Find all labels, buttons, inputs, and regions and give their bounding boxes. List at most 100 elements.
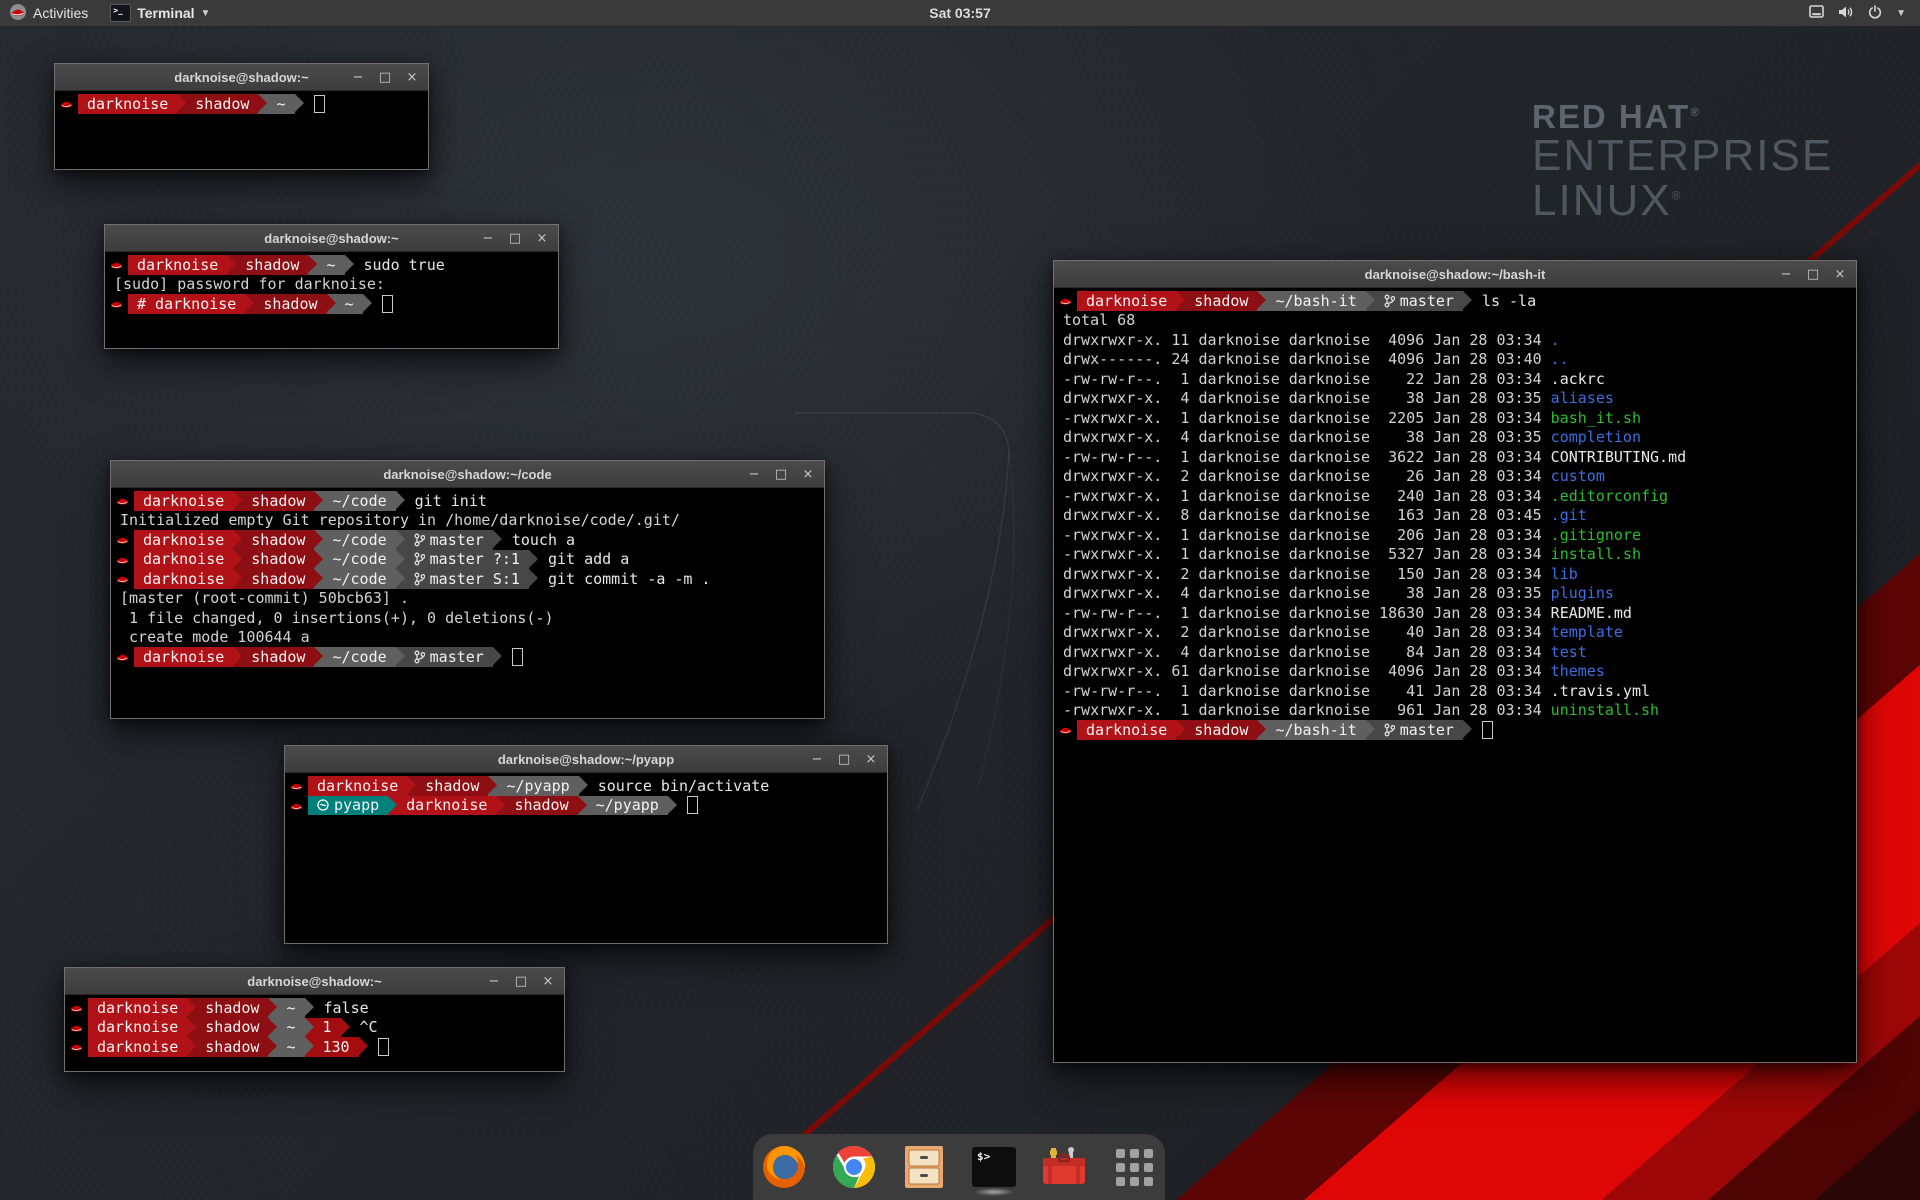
ls-columns: drwxrwxr-x. 11 darknoise darknoise 4096 … xyxy=(1063,331,1551,349)
powerline-segment-host: shadow xyxy=(196,1018,268,1038)
terminal-window-code[interactable]: darknoise@shadow:~/code −□× darknoisesha… xyxy=(110,460,825,719)
powerline-separator-icon xyxy=(227,255,236,275)
app-menu-terminal[interactable]: >_ Terminal ▼ xyxy=(98,0,222,26)
powerline-separator-icon xyxy=(1257,291,1266,311)
maximize-button[interactable]: □ xyxy=(378,71,392,84)
terminal-window-sudo[interactable]: darknoise@shadow:~ −□× darknoiseshadow~s… xyxy=(104,224,559,349)
command-text: ^C xyxy=(360,1018,378,1036)
toolbox-icon[interactable] xyxy=(1041,1144,1087,1190)
window-titlebar[interactable]: darknoise@shadow:~/code −□× xyxy=(111,461,824,488)
ls-row: drwxrwxr-x. 2 darknoise darknoise 40 Jan… xyxy=(1054,623,1856,643)
powerline-segment-err: 130 xyxy=(314,1037,359,1057)
powerline-segment-user: darknoise xyxy=(134,491,233,511)
window-titlebar[interactable]: darknoise@shadow:~/pyapp −□× xyxy=(285,746,887,773)
ls-row: -rw-rw-r--. 1 darknoise darknoise 22 Jan… xyxy=(1054,369,1856,389)
minimize-button[interactable]: − xyxy=(1779,268,1793,281)
powerline-separator-icon xyxy=(268,1037,277,1057)
branch-icon xyxy=(414,650,425,664)
redhat-icon xyxy=(105,255,128,275)
powerline-separator-icon xyxy=(1176,291,1185,311)
maximize-button[interactable]: □ xyxy=(514,975,528,988)
chevron-down-icon: ▼ xyxy=(201,8,211,19)
maximize-button[interactable]: □ xyxy=(774,468,788,481)
powerline-separator-icon xyxy=(1463,291,1472,311)
powerline-separator-icon xyxy=(268,1018,277,1038)
window-title: darknoise@shadow:~ xyxy=(247,974,381,989)
firefox-icon[interactable] xyxy=(761,1144,807,1190)
terminal-cursor xyxy=(314,95,325,113)
terminal-dock-icon[interactable]: $> xyxy=(971,1144,1017,1190)
window-titlebar[interactable]: darknoise@shadow:~ −□ × xyxy=(65,968,564,995)
terminal-content[interactable]: darknoiseshadow~ xyxy=(55,91,428,114)
ls-filename: README.md xyxy=(1551,604,1632,622)
close-button[interactable]: × xyxy=(801,468,815,481)
ls-columns: drwxrwxr-x. 8 darknoise darknoise 163 Ja… xyxy=(1063,506,1551,524)
maximize-button[interactable]: □ xyxy=(508,232,522,245)
ls-filename: themes xyxy=(1551,662,1605,680)
ls-row: drwxrwxr-x. 4 darknoise darknoise 38 Jan… xyxy=(1054,584,1856,604)
powerline-segment-host: shadow xyxy=(242,491,314,511)
minimize-button[interactable]: − xyxy=(747,468,761,481)
ls-row: drwx------. 24 darknoise darknoise 4096 … xyxy=(1054,350,1856,370)
terminal-content[interactable]: darknoiseshadow~/pyappsource bin/activat… xyxy=(285,773,887,815)
close-button[interactable]: × xyxy=(541,975,555,988)
ls-row: drwxrwxr-x. 4 darknoise darknoise 84 Jan… xyxy=(1054,642,1856,662)
minimize-button[interactable]: − xyxy=(351,71,365,84)
files-icon[interactable] xyxy=(901,1144,947,1190)
terminal-window-home-small[interactable]: darknoise@shadow:~ −□× darknoiseshadow~ xyxy=(54,63,429,170)
terminal-window-pyapp[interactable]: darknoise@shadow:~/pyapp −□× darknoisesh… xyxy=(284,745,888,944)
powerline-segment-user: darknoise xyxy=(88,1018,187,1038)
close-button[interactable]: × xyxy=(535,232,549,245)
ls-filename: test xyxy=(1551,643,1587,661)
powerline-separator-icon xyxy=(187,1018,196,1038)
powerline-separator-icon xyxy=(233,550,242,570)
minimize-button[interactable]: − xyxy=(810,753,824,766)
prompt-line: darknoiseshadow~/codemastertouch a xyxy=(111,530,824,550)
close-button[interactable]: × xyxy=(405,71,419,84)
powerline-separator-icon xyxy=(314,569,323,589)
maximize-button[interactable]: □ xyxy=(837,753,851,766)
output-line: total 68 xyxy=(1054,311,1856,331)
prompt-line: darknoiseshadow~130 xyxy=(65,1037,564,1057)
terminal-content[interactable]: darknoiseshadow~/bash-itmasterls -latota… xyxy=(1054,288,1856,740)
close-button[interactable]: × xyxy=(1833,268,1847,281)
powerline-separator-icon xyxy=(233,647,242,667)
redhat-icon xyxy=(65,998,88,1018)
window-titlebar[interactable]: darknoise@shadow:~/bash-it −□× xyxy=(1054,261,1856,288)
powerline-separator-icon xyxy=(488,776,497,796)
prompt-line: # darknoiseshadow~ xyxy=(105,294,558,314)
ls-row: drwxrwxr-x. 2 darknoise darknoise 150 Ja… xyxy=(1054,564,1856,584)
ls-row: -rwxrwxr-x. 1 darknoise darknoise 961 Ja… xyxy=(1054,701,1856,721)
window-titlebar[interactable]: darknoise@shadow:~ −□× xyxy=(105,225,558,252)
system-status-area[interactable]: ▼ xyxy=(1801,0,1914,26)
ls-row: -rwxrwxr-x. 1 darknoise darknoise 2205 J… xyxy=(1054,408,1856,428)
close-button[interactable]: × xyxy=(864,753,878,766)
powerline-separator-icon xyxy=(579,776,588,796)
powerline-separator-icon xyxy=(177,94,186,114)
maximize-button[interactable]: □ xyxy=(1806,268,1820,281)
powerline-separator-icon xyxy=(305,1037,314,1057)
redhat-icon xyxy=(111,550,134,570)
running-indicator xyxy=(974,1188,1014,1196)
minimize-button[interactable]: − xyxy=(481,232,495,245)
chrome-icon[interactable] xyxy=(831,1144,877,1190)
powerline-separator-icon xyxy=(1366,720,1375,740)
clock[interactable]: Sat 03:57 xyxy=(929,0,990,26)
terminal-content[interactable]: darknoiseshadow~falsedarknoiseshadow~1^C… xyxy=(65,995,564,1057)
show-applications-icon[interactable] xyxy=(1111,1144,1157,1190)
terminal-content[interactable]: darknoiseshadow~sudo true[sudo] password… xyxy=(105,252,558,314)
powerline-segment-user: darknoise xyxy=(308,776,407,796)
powerline-segment-git: master S:1 xyxy=(405,569,529,589)
terminal-window-bash-it[interactable]: darknoise@shadow:~/bash-it −□× darknoise… xyxy=(1053,260,1857,1063)
minimize-button[interactable]: − xyxy=(487,975,501,988)
window-titlebar[interactable]: darknoise@shadow:~ −□× xyxy=(55,64,428,91)
powerline-segment-host: shadow xyxy=(1185,291,1257,311)
ls-columns: -rwxrwxr-x. 1 darknoise darknoise 5327 J… xyxy=(1063,545,1551,563)
command-text: touch a xyxy=(512,531,575,549)
activities-button[interactable]: Activities xyxy=(0,0,98,26)
terminal-content[interactable]: darknoiseshadow~/codegit initInitialized… xyxy=(111,488,824,667)
power-icon xyxy=(1868,5,1882,22)
output-line: create mode 100644 a xyxy=(111,628,824,648)
output-line: [sudo] password for darknoise: xyxy=(105,275,558,295)
terminal-window-exitcodes[interactable]: darknoise@shadow:~ −□× darknoiseshadow~f… xyxy=(64,967,565,1072)
